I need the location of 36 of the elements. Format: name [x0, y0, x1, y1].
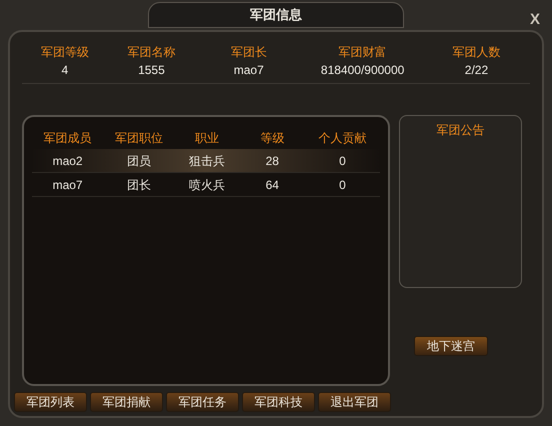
table-cell-text: mao7	[52, 176, 83, 194]
table-cell-text: 团员	[126, 152, 151, 170]
member-row[interactable]: mao2 团员 狙击兵 28 0	[32, 149, 380, 173]
summary-value: 4	[61, 62, 68, 78]
summary-label: 军团财富	[338, 44, 387, 60]
table-cell-text: 团长	[126, 176, 151, 194]
column-header: 军团成员	[44, 130, 92, 147]
summary-value: 1555	[138, 62, 165, 78]
summary-label: 军团等级	[40, 44, 89, 60]
notice-title: 军团公告	[436, 122, 484, 137]
column-header: 军团职位	[114, 130, 163, 147]
column-header: 职业	[195, 130, 219, 147]
column-header: 等级	[260, 130, 284, 147]
table-cell-text: 64	[266, 176, 279, 194]
summary-value: 2/22	[464, 62, 488, 78]
table-cell-text: 0	[339, 176, 346, 194]
window-title: 军团信息	[250, 6, 302, 24]
summary-label: 军团长	[230, 44, 267, 60]
table-cell-text: 0	[339, 152, 346, 170]
table-cell-text: 狙击兵	[189, 152, 225, 170]
column-header: 个人贡献	[318, 130, 366, 147]
action-button[interactable]: 退出军团	[318, 392, 391, 412]
action-button[interactable]: 军团捐献	[90, 392, 163, 412]
summary-value: 818400/900000	[320, 62, 404, 78]
summary-label: 军团名称	[127, 44, 176, 60]
table-cell-text: 28	[266, 152, 279, 170]
table-cell-text: 喷火兵	[189, 176, 225, 194]
table-cell-text: mao2	[52, 152, 83, 170]
summary-label: 军团人数	[452, 44, 500, 60]
close-button[interactable]: X	[530, 12, 540, 27]
summary-value: mao7	[234, 62, 264, 78]
action-button[interactable]: 军团任务	[166, 392, 239, 412]
action-button[interactable]: 军团列表	[14, 392, 87, 412]
member-row[interactable]: mao7 团长 喷火兵 64 0	[32, 173, 380, 197]
action-button[interactable]: 军团科技	[242, 392, 315, 412]
dungeon-button[interactable]: 地下迷宫	[414, 336, 488, 356]
